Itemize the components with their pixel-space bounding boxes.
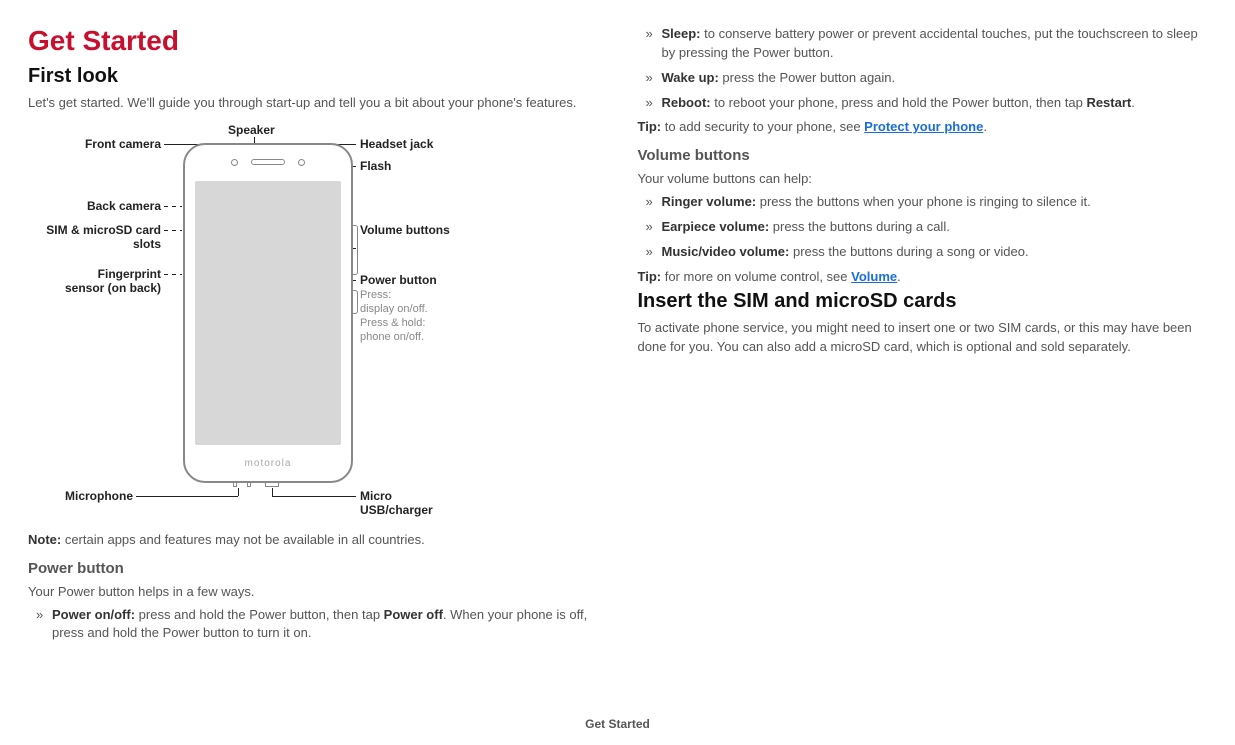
screen bbox=[195, 181, 341, 445]
power-button-list-cont: Sleep: to conserve battery power or prev… bbox=[638, 25, 1208, 112]
volume-buttons-tip: Tip: for more on volume control, see Vol… bbox=[638, 268, 1208, 287]
text: to reboot your phone, press and hold the… bbox=[711, 95, 1087, 110]
text: press the Power button again. bbox=[719, 70, 895, 85]
label-power-sub3: Press & hold: bbox=[360, 317, 425, 330]
page-title: Get Started bbox=[28, 25, 598, 57]
text: press the buttons during a call. bbox=[769, 219, 950, 234]
tip-text: to add security to your phone, see bbox=[661, 119, 864, 134]
power-button-heading: Power button bbox=[28, 560, 598, 577]
first-look-intro: Let's get started. We'll guide you throu… bbox=[28, 94, 598, 113]
note-text: certain apps and features may not be ava… bbox=[61, 532, 425, 547]
phone-body: motorola bbox=[183, 143, 353, 483]
first-look-heading: First look bbox=[28, 65, 598, 88]
tip-label: Tip: bbox=[638, 119, 662, 134]
link-protect-your-phone[interactable]: Protect your phone bbox=[864, 119, 983, 134]
front-camera-icon bbox=[231, 159, 238, 166]
label-sim-slots: SIM & microSD card slots bbox=[38, 223, 161, 252]
lead-usb-h bbox=[272, 496, 356, 497]
item-wake-up: Wake up: press the Power button again. bbox=[642, 69, 1208, 88]
power-button-tip: Tip: to add security to your phone, see … bbox=[638, 118, 1208, 137]
brand-text: motorola bbox=[245, 458, 292, 469]
item-power-on-off: Power on/off: press and hold the Power b… bbox=[32, 606, 598, 644]
volume-buttons-intro: Your volume buttons can help: bbox=[638, 170, 1208, 189]
earpiece-icon bbox=[251, 159, 285, 165]
item-earpiece: Earpiece volume: press the buttons durin… bbox=[642, 218, 1208, 237]
power-button-list: Power on/off: press and hold the Power b… bbox=[28, 606, 598, 644]
item-music: Music/video volume: press the buttons du… bbox=[642, 243, 1208, 262]
label-back-camera: Back camera bbox=[76, 199, 161, 213]
lead-sim-slots bbox=[164, 230, 182, 231]
lead-back-camera bbox=[164, 206, 182, 207]
left-column: Get Started First look Let's get started… bbox=[28, 25, 598, 649]
lead-microphone-h bbox=[136, 496, 238, 497]
note-label: Note: bbox=[28, 532, 61, 547]
mic-port-icon-2 bbox=[247, 481, 251, 487]
label-power-sub1: Press: bbox=[360, 289, 391, 302]
right-column: Sleep: to conserve battery power or prev… bbox=[638, 25, 1208, 649]
label-power-sub2: display on/off. bbox=[360, 303, 428, 316]
tip-label: Tip: bbox=[638, 269, 662, 284]
page-footer: Get Started bbox=[0, 717, 1235, 731]
insert-sim-heading: Insert the SIM and microSD cards bbox=[638, 290, 1208, 313]
label-power-sub4: phone on/off. bbox=[360, 331, 424, 344]
label: Music/video volume: bbox=[662, 244, 790, 259]
label-speaker: Speaker bbox=[228, 123, 275, 137]
phone-diagram: Speaker Front camera Back camera SIM & m… bbox=[28, 123, 588, 523]
bold2: Power off bbox=[384, 607, 443, 622]
label: Power on/off: bbox=[52, 607, 135, 622]
label: Sleep: bbox=[662, 26, 701, 41]
power-button-intro: Your Power button helps in a few ways. bbox=[28, 583, 598, 602]
label-volume-buttons: Volume buttons bbox=[360, 223, 450, 237]
power-button-icon bbox=[352, 290, 358, 314]
item-reboot: Reboot: to reboot your phone, press and … bbox=[642, 94, 1208, 113]
item-sleep: Sleep: to conserve battery power or prev… bbox=[642, 25, 1208, 63]
page-columns: Get Started First look Let's get started… bbox=[28, 25, 1207, 649]
label-front-camera: Front camera bbox=[76, 137, 161, 151]
lead-microphone-v bbox=[238, 488, 239, 496]
label-microphone: Microphone bbox=[58, 489, 133, 503]
text: press the buttons when your phone is rin… bbox=[756, 194, 1091, 209]
first-look-note: Note: certain apps and features may not … bbox=[28, 531, 598, 550]
label: Ringer volume: bbox=[662, 194, 757, 209]
insert-sim-text: To activate phone service, you might nee… bbox=[638, 319, 1208, 357]
usb-port-icon bbox=[265, 481, 279, 487]
lead-usb-v bbox=[272, 488, 273, 496]
volume-buttons-list: Ringer volume: press the buttons when yo… bbox=[638, 193, 1208, 262]
bold2: Restart bbox=[1086, 95, 1131, 110]
text2: . bbox=[1131, 95, 1135, 110]
label-flash: Flash bbox=[360, 159, 391, 173]
link-volume[interactable]: Volume bbox=[851, 269, 897, 284]
mic-port-icon bbox=[233, 481, 237, 487]
label-power-button: Power button bbox=[360, 273, 437, 287]
label: Reboot: bbox=[662, 95, 711, 110]
label: Earpiece volume: bbox=[662, 219, 770, 234]
tip-text: for more on volume control, see bbox=[661, 269, 851, 284]
lead-fingerprint bbox=[164, 274, 182, 275]
text: press the buttons during a song or video… bbox=[789, 244, 1028, 259]
volume-button-icon bbox=[352, 225, 358, 275]
sensor-icon bbox=[298, 159, 305, 166]
label-fingerprint: Fingerprint sensor (on back) bbox=[58, 267, 161, 296]
item-ringer: Ringer volume: press the buttons when yo… bbox=[642, 193, 1208, 212]
text: press and hold the Power button, then ta… bbox=[135, 607, 384, 622]
label-micro-usb: Micro USB/charger bbox=[360, 489, 450, 518]
label: Wake up: bbox=[662, 70, 719, 85]
volume-buttons-heading: Volume buttons bbox=[638, 147, 1208, 164]
label-headset-jack: Headset jack bbox=[360, 137, 433, 151]
text: to conserve battery power or prevent acc… bbox=[662, 26, 1198, 60]
